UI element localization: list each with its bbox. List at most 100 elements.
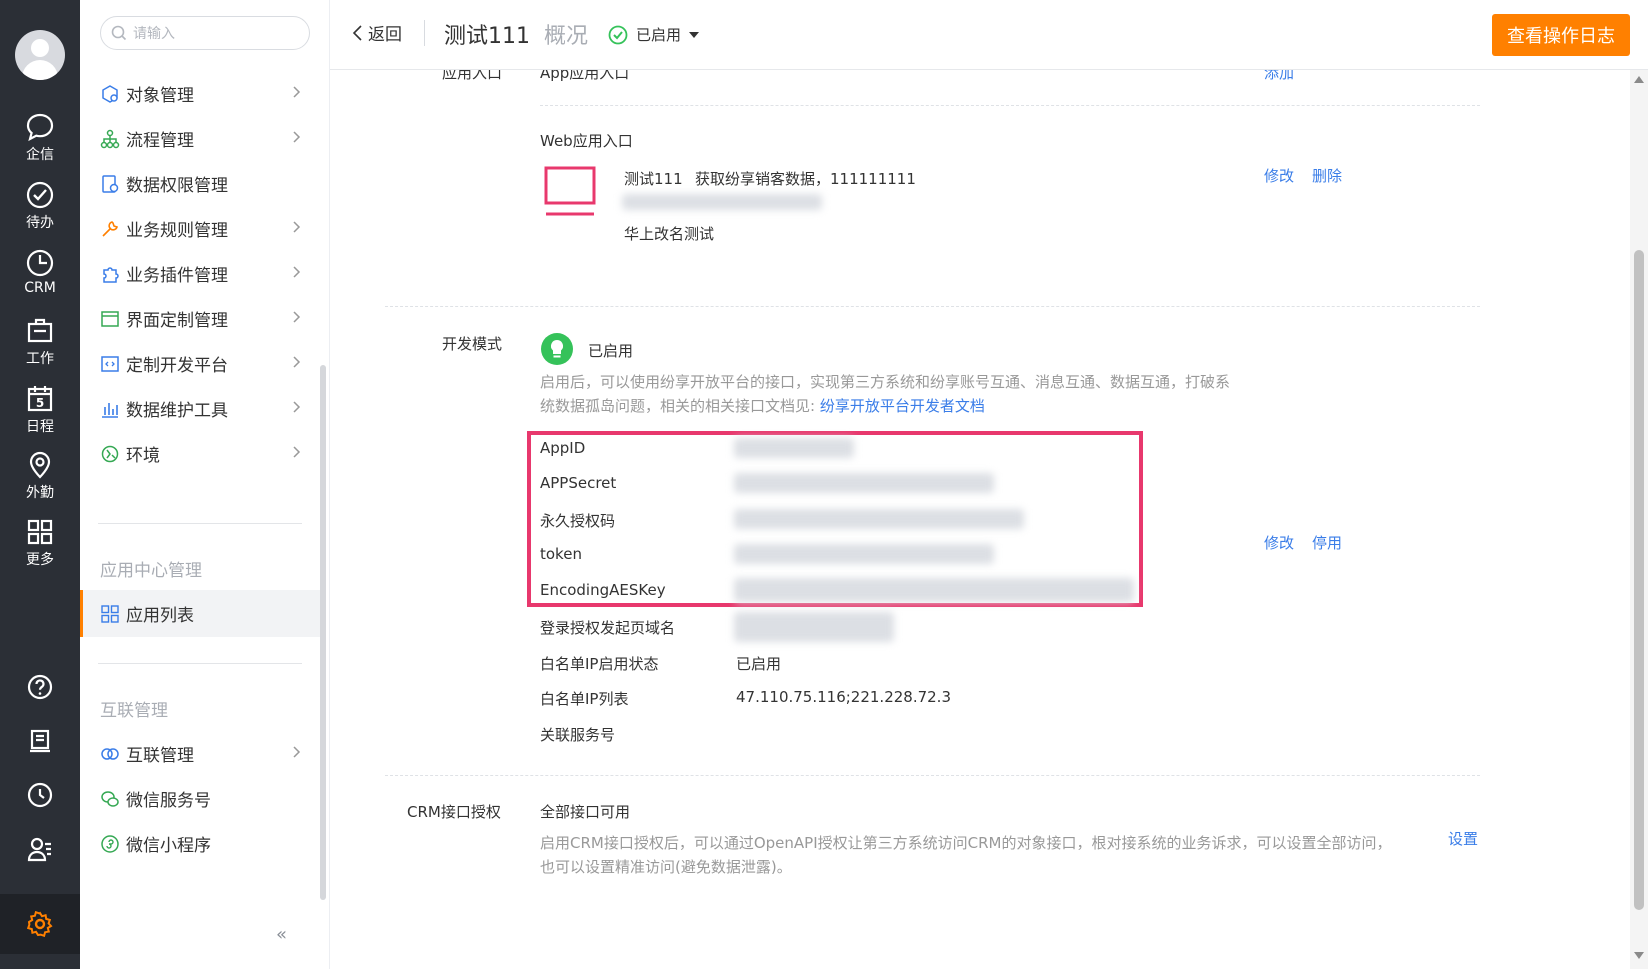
rail-item-todo[interactable]: 待办 <box>0 180 80 246</box>
field-encoding-aes-key: EncodingAESKey <box>540 581 666 599</box>
scroll-thumb[interactable] <box>1634 250 1644 910</box>
plugin-icon <box>100 264 120 284</box>
sidebar-item-interconnect[interactable]: 互联管理 <box>80 730 320 777</box>
rail-item-field[interactable]: 外勤 <box>0 450 80 516</box>
view-log-button[interactable]: 查看操作日志 <box>1492 14 1630 56</box>
dev-mode-label: 开发模式 <box>442 335 503 353</box>
redacted-value <box>734 438 854 458</box>
scroll-down-icon[interactable] <box>1634 952 1644 959</box>
page-title: 测试111 <box>444 24 530 49</box>
search-input[interactable] <box>133 24 293 44</box>
developer-doc-link[interactable]: 纷享开放平台开发者文档 <box>820 397 985 415</box>
wechat-icon <box>100 789 120 809</box>
sidebar: 对象管理 流程管理 数据权限管理 业务规则管理 业务插件管理 界面定制管理 定制… <box>80 0 330 969</box>
field-appid: AppID <box>540 439 586 457</box>
edit-entry-link[interactable]: 修改 <box>1264 165 1294 186</box>
back-label: 返回 <box>368 25 402 45</box>
sidebar-item-app-list[interactable]: 应用列表 <box>80 590 320 637</box>
crm-auth-label: CRM接口授权 <box>407 803 501 821</box>
divider <box>385 775 1480 776</box>
help-button[interactable] <box>0 660 80 714</box>
status-label: 已启用 <box>636 26 682 44</box>
back-button[interactable]: 返回 <box>352 20 402 45</box>
main-scrollbar[interactable] <box>1630 70 1648 969</box>
dev-mode-desc: 启用后，可以使用纷享开放平台的接口，实现第三方系统和纷享账号互通、消息互通、数据… <box>540 370 1230 418</box>
rail-item-chat[interactable]: 企信 <box>0 112 80 178</box>
redacted-value <box>734 612 894 642</box>
flow-icon <box>100 129 120 149</box>
field-permanent-code: 永久授权码 <box>540 512 616 530</box>
chevron-right-icon <box>293 86 301 98</box>
sidebar-item-rule[interactable]: 业务规则管理 <box>80 205 320 252</box>
sidebar-item-layout[interactable]: 界面定制管理 <box>80 295 320 342</box>
rail-item-crm[interactable]: CRM <box>0 248 80 314</box>
document-button[interactable] <box>0 714 80 768</box>
sidebar-item-environment[interactable]: 环境 <box>80 430 320 477</box>
search-box <box>100 16 310 50</box>
sidebar-item-label: 业务插件管理 <box>126 266 228 286</box>
history-button[interactable] <box>0 768 80 822</box>
status-dropdown[interactable]: 已启用 <box>608 24 700 45</box>
redacted-value <box>734 509 1024 529</box>
code-icon <box>100 354 120 374</box>
chevron-right-icon <box>293 221 301 233</box>
search-icon <box>111 25 127 41</box>
sidebar-item-label: 微信服务号 <box>126 791 211 811</box>
help-icon <box>27 674 53 700</box>
chevron-right-icon <box>293 266 301 278</box>
sidebar-item-plugin[interactable]: 业务插件管理 <box>80 250 320 297</box>
rail-item-work[interactable]: 工作 <box>0 316 80 382</box>
app-entry-label: App应用入口 <box>540 70 630 82</box>
disable-dev-mode-link[interactable]: 停用 <box>1312 532 1342 553</box>
settings-button[interactable] <box>0 894 80 954</box>
sidebar-item-code[interactable]: 定制开发平台 <box>80 340 320 387</box>
environment-icon <box>100 444 120 464</box>
divider <box>98 523 302 524</box>
contacts-button[interactable] <box>0 822 80 876</box>
field-linked-service: 关联服务号 <box>540 726 616 744</box>
delete-entry-link[interactable]: 删除 <box>1312 165 1342 186</box>
sidebar-item-flow[interactable]: 流程管理 <box>80 115 320 162</box>
object-icon <box>100 84 120 104</box>
avatar[interactable] <box>15 30 65 80</box>
collapse-sidebar-button[interactable]: « <box>276 924 287 945</box>
redacted-value <box>734 473 994 493</box>
sidebar-scrollbar[interactable] <box>320 365 326 900</box>
sidebar-item-object[interactable]: 对象管理 <box>80 70 320 117</box>
svg-text:5: 5 <box>36 396 44 410</box>
data-permission-icon <box>100 174 120 194</box>
divider <box>385 306 1480 307</box>
divider <box>424 20 425 46</box>
rail-item-calendar[interactable]: 5 日程 <box>0 384 80 450</box>
sidebar-item-mini-program[interactable]: 微信小程序 <box>80 820 320 867</box>
sidebar-item-label: 数据权限管理 <box>126 176 228 196</box>
sidebar-item-label: 对象管理 <box>126 86 194 106</box>
tab-overview[interactable]: 概况 <box>544 18 588 50</box>
sidebar-item-label: 界面定制管理 <box>126 311 228 331</box>
crm-setting-link[interactable]: 设置 <box>1448 828 1478 849</box>
app-list-icon <box>100 604 120 624</box>
topbar: 返回 测试111 概况 已启用 查看操作日志 <box>330 0 1648 70</box>
sidebar-item-wechat[interactable]: 微信服务号 <box>80 775 320 822</box>
link-icon <box>100 744 120 764</box>
rail-item-more[interactable]: 更多 <box>0 517 80 583</box>
chevron-right-icon <box>293 401 301 413</box>
rail-label: 待办 <box>26 215 54 231</box>
edit-dev-mode-link[interactable]: 修改 <box>1264 532 1294 553</box>
chevron-left-icon <box>352 24 362 41</box>
field-ip-status: 白名单IP启用状态 <box>540 655 659 673</box>
scroll-up-icon[interactable] <box>1634 76 1644 83</box>
field-token: token <box>540 545 582 563</box>
redacted-text <box>622 194 822 210</box>
add-link[interactable]: 添加 <box>1264 70 1294 83</box>
rail-label: 更多 <box>26 552 54 568</box>
web-app-name: 测试111 <box>624 170 683 188</box>
group-title-app: 应用中心管理 <box>100 561 202 581</box>
sidebar-item-data-tool[interactable]: 数据维护工具 <box>80 385 320 432</box>
sidebar-item-label: 环境 <box>126 446 160 466</box>
bulb-icon <box>540 332 574 366</box>
rail-label: 企信 <box>26 147 54 163</box>
settings-icon <box>27 911 53 937</box>
web-entry-label: Web应用入口 <box>540 132 633 150</box>
sidebar-item-data-permission[interactable]: 数据权限管理 <box>80 160 320 207</box>
